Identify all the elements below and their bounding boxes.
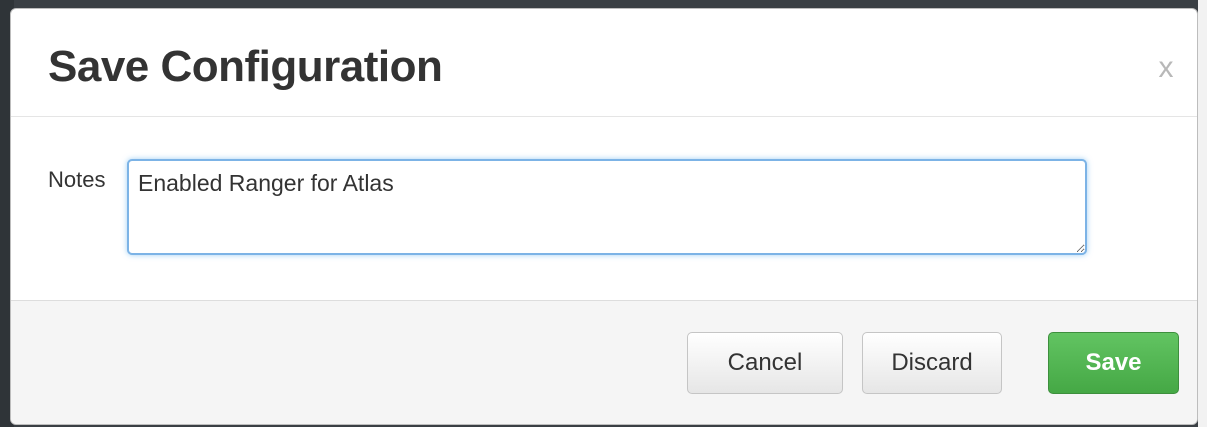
dialog-header: Save Configuration x [11, 9, 1197, 117]
save-button[interactable]: Save [1048, 332, 1179, 394]
cancel-button[interactable]: Cancel [687, 332, 843, 394]
dialog-footer: Cancel Discard Save [11, 300, 1197, 424]
dialog-body: Notes Enabled Ranger for Atlas [11, 117, 1197, 300]
dialog-title: Save Configuration [48, 42, 443, 91]
save-configuration-dialog: Save Configuration x Notes Enabled Range… [10, 8, 1198, 425]
notes-field[interactable]: Enabled Ranger for Atlas [127, 159, 1087, 255]
page-backdrop-right [1198, 0, 1207, 427]
notes-label: Notes [48, 167, 106, 192]
close-button[interactable]: x [1149, 51, 1183, 85]
discard-button[interactable]: Discard [862, 332, 1002, 394]
